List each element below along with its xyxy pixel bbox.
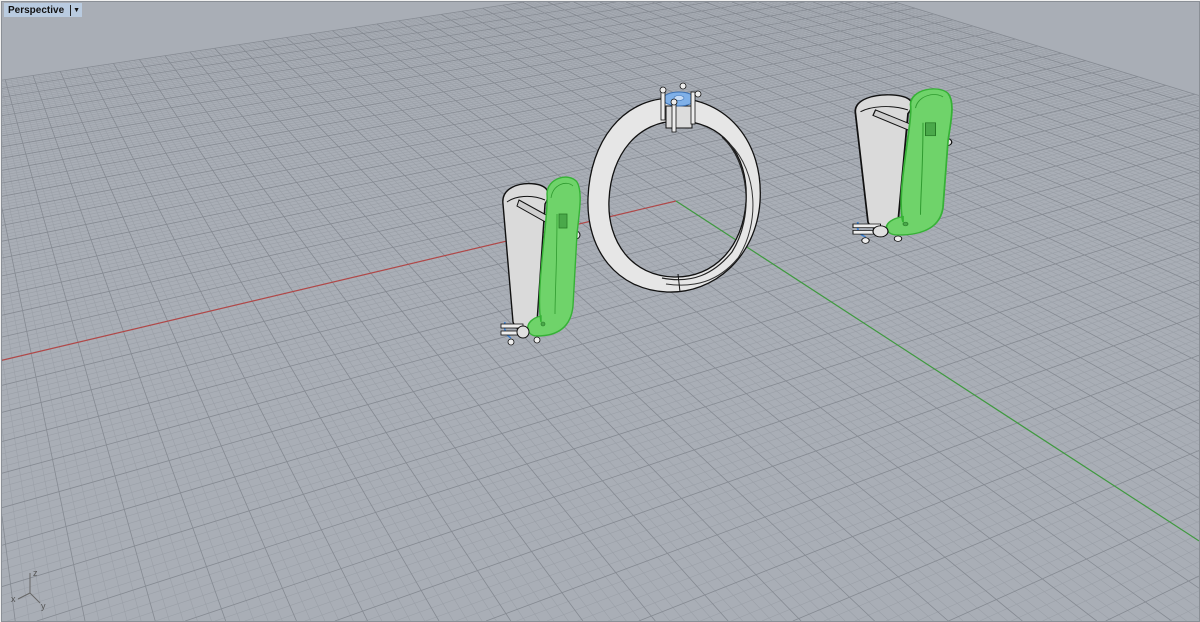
- grid-minor-line: [174, 54, 613, 621]
- grid-minor-line: [2, 24, 969, 208]
- grid-minor-line: [516, 363, 1199, 621]
- grid-major-line: [522, 2, 1199, 335]
- scene-canvas[interactable]: [2, 2, 1199, 621]
- app-frame: Perspective ▼ z x y: [0, 0, 1200, 622]
- grid-minor-line: [700, 419, 1199, 621]
- perspective-viewport[interactable]: Perspective ▼ z x y: [1, 1, 1200, 622]
- grid-minor-line: [546, 372, 1199, 621]
- grid-minor-line: [2, 113, 128, 621]
- grid-minor-line: [2, 2, 589, 93]
- grid-minor-line: [2, 2, 552, 86]
- grid-minor-line: [159, 56, 569, 621]
- grid-minor-line: [341, 29, 1127, 621]
- axis-widget: z x y: [11, 568, 46, 611]
- grid-minor-line: [780, 2, 1199, 148]
- grid-minor-line: [2, 214, 1199, 579]
- grid-minor-line: [149, 57, 540, 621]
- grid-minor-line: [1011, 534, 1199, 621]
- grid-minor-line: [2, 28, 982, 217]
- grid-minor-line: [274, 300, 1199, 621]
- grid-minor-line: [2, 230, 1199, 605]
- grid-minor-line: [761, 439, 1199, 621]
- grid-minor-line: [92, 66, 383, 621]
- grid-minor-line: [2, 203, 1199, 562]
- viewport-title[interactable]: Perspective: [8, 5, 64, 16]
- divider: [70, 4, 72, 16]
- grid-minor-line: [1137, 590, 1199, 621]
- grid-minor-line: [2, 208, 1199, 570]
- grid-minor-line: [359, 26, 1187, 621]
- triangle-down-icon[interactable]: ▼: [73, 7, 80, 14]
- z-label: z: [33, 568, 38, 578]
- left-clip-object[interactable]: [500, 176, 581, 346]
- grid-minor-line: [854, 472, 1199, 621]
- grid-minor-line: [2, 172, 100, 621]
- grid-minor-line: [395, 330, 1199, 621]
- grid-major-line: [334, 315, 1199, 621]
- grid-minor-line: [2, 2, 672, 109]
- grid-minor-line: [1073, 561, 1199, 621]
- y-label: y: [41, 601, 46, 611]
- construction-grid: [2, 2, 1199, 621]
- grid-minor-line: [2, 27, 978, 214]
- grid-major-line: [2, 32, 994, 226]
- viewport-title-tab[interactable]: Perspective ▼: [4, 3, 83, 17]
- grid-minor-line: [823, 461, 1199, 621]
- x-label: x: [11, 594, 16, 604]
- grid-major-line: [185, 279, 1199, 621]
- right-clip-object[interactable]: [852, 87, 953, 245]
- grid-major-line: [4, 79, 156, 621]
- grid-minor-line: [244, 293, 1199, 621]
- grid-minor-line: [425, 338, 1199, 621]
- grid-major-line: [2, 25, 974, 211]
- grid-minor-line: [2, 2, 748, 124]
